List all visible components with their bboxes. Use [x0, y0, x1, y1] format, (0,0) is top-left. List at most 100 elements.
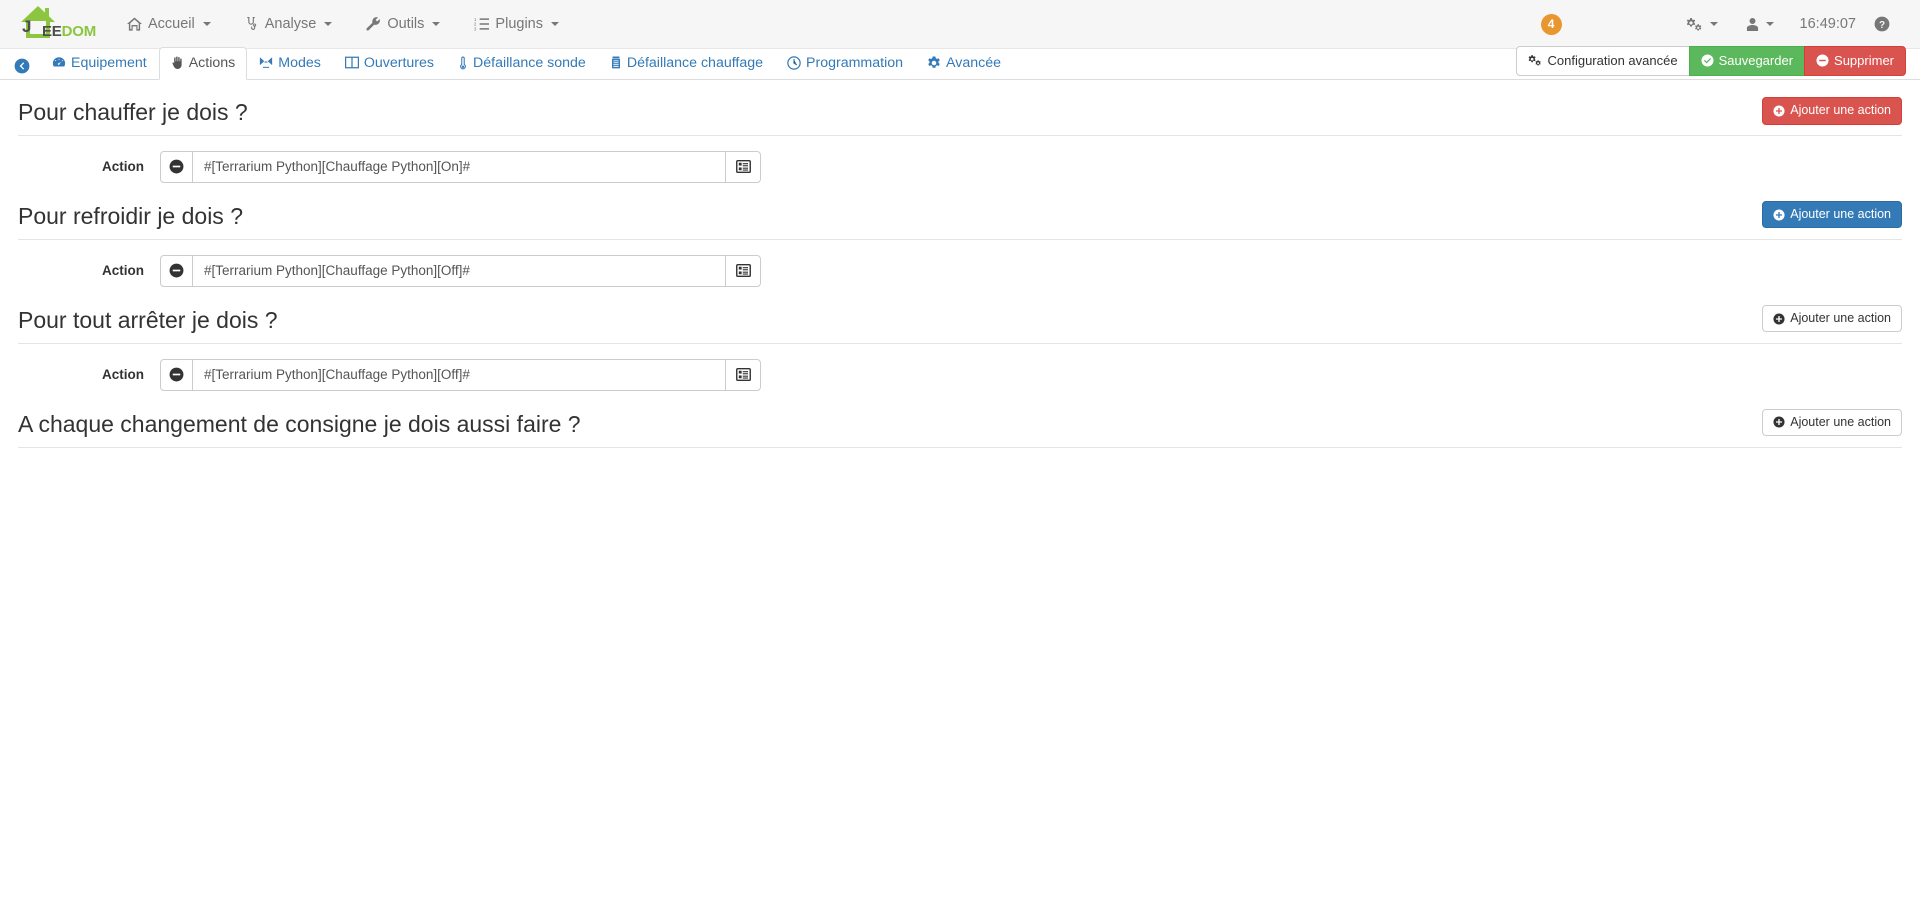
navbar-right: 4 16:49:07 ? [1540, 0, 1920, 49]
action-input[interactable] [193, 358, 725, 391]
gears-icon [1686, 17, 1703, 32]
add-action-label: Ajouter une action [1790, 310, 1891, 325]
configuration-avancee-button[interactable]: Configuration avancée [1516, 45, 1690, 76]
nav-label-outils: Outils [387, 16, 425, 32]
tab-defaillance-sonde[interactable]: Défaillance sonde [446, 47, 598, 80]
nav-item-accueil[interactable]: Accueil [110, 0, 228, 49]
action-row: Action [18, 136, 1902, 184]
wrench-icon [366, 16, 381, 32]
question-circle-icon[interactable]: ? [1868, 16, 1906, 32]
actions-panel: Ajouter une action Pour chauffer je dois… [0, 80, 1920, 448]
tachometer-icon [52, 56, 66, 69]
action-input-group [160, 358, 761, 391]
chevron-down-icon [202, 22, 211, 26]
tab-label-avancee: Avancée [946, 54, 1001, 71]
nav-item-analyse[interactable]: Analyse [228, 0, 350, 49]
supprimer-label: Supprimer [1834, 52, 1894, 68]
plus-circle-icon [1773, 209, 1785, 221]
tab-label-defaillance-chauffage: Défaillance chauffage [626, 54, 764, 71]
clock-display: 16:49:07 [1799, 16, 1856, 32]
tab-equipement[interactable]: Equipement [40, 47, 159, 80]
sauvegarder-label: Sauvegarder [1718, 52, 1794, 68]
equipment-tabbar: Equipement Actions Modes Ouvertures Défa [0, 45, 1920, 80]
brand-letter-j: J [22, 17, 32, 36]
jeedom-logo[interactable]: J EEDOM [0, 0, 110, 49]
nav-label-accueil: Accueil [148, 16, 195, 32]
sauvegarder-button[interactable]: Sauvegarder [1688, 45, 1806, 76]
brand-text-dom: DOM [61, 23, 97, 40]
chevron-down-icon [550, 22, 559, 26]
action-row: Action [18, 344, 1902, 392]
thermometer-icon [458, 56, 468, 70]
main-nav: Accueil Analyse Outils 123 Plugins [110, 0, 576, 49]
section-title-consigne: A chaque changement de consigne je dois … [18, 410, 1902, 448]
tab-label-equipement: Equipement [71, 54, 147, 71]
house-chimney-icon [45, 8, 49, 20]
section-title-refroidir: Pour refroidir je dois ? [18, 202, 1902, 240]
add-action-button-refroidir[interactable]: Ajouter une action [1762, 200, 1902, 229]
home-icon [127, 17, 142, 31]
nav-item-outils[interactable]: Outils [349, 0, 457, 49]
add-action-button-chauffer[interactable]: Ajouter une action [1762, 97, 1902, 125]
tab-modes[interactable]: Modes [247, 47, 333, 80]
action-row-label: Action [102, 367, 144, 383]
action-input[interactable] [193, 254, 725, 287]
gears-icon [1528, 54, 1542, 67]
tab-label-ouvertures: Ouvertures [363, 54, 435, 71]
user-icon [1746, 17, 1759, 32]
list-alt-icon[interactable] [725, 358, 761, 391]
tab-avancee[interactable]: Avancée [915, 47, 1013, 80]
compress-icon [259, 56, 273, 69]
minus-circle-icon[interactable] [160, 254, 193, 287]
action-row-label: Action [102, 159, 144, 175]
action-row: Action [18, 240, 1902, 288]
supprimer-button[interactable]: Supprimer [1804, 45, 1906, 76]
minus-circle-icon[interactable] [160, 150, 193, 183]
list-alt-icon[interactable] [725, 150, 761, 183]
add-action-label: Ajouter une action [1790, 206, 1891, 221]
plus-circle-icon [1773, 416, 1785, 428]
stethoscope-icon [245, 16, 259, 32]
svg-text:?: ? [1879, 20, 1885, 31]
notification-badge[interactable]: 4 [1540, 13, 1562, 35]
hand-paper-icon [171, 56, 184, 70]
minus-circle-icon[interactable] [160, 358, 193, 391]
add-action-button-arreter[interactable]: Ajouter une action [1762, 304, 1902, 333]
section-pour-tout-arreter: Ajouter une action Pour tout arrêter je … [18, 288, 1902, 392]
arrow-circle-left-icon[interactable] [14, 58, 30, 79]
tab-label-actions: Actions [188, 54, 236, 71]
tab-label-modes: Modes [278, 54, 321, 71]
tab-programmation[interactable]: Programmation [775, 47, 915, 80]
user-menu[interactable] [1732, 0, 1788, 49]
chevron-down-icon [1709, 22, 1718, 26]
section-title-arreter: Pour tout arrêter je dois ? [18, 306, 1902, 344]
chevron-down-icon [324, 22, 333, 26]
section-title-chauffer: Pour chauffer je dois ? [18, 98, 1902, 136]
tab-actions[interactable]: Actions [158, 46, 248, 80]
top-navbar: J EEDOM Accueil Analyse Outils 1 2 3 Plu… [0, 0, 1920, 49]
tab-ouvertures[interactable]: Ouvertures [333, 47, 446, 80]
tab-defaillance-chauffage[interactable]: Défaillance chauffage [598, 47, 775, 80]
clock-icon [787, 56, 801, 70]
section-changement-consigne: Ajouter une action A chaque changement d… [18, 392, 1902, 448]
section-pour-refroidir: Ajouter une action Pour refroidir je doi… [18, 184, 1902, 288]
list-ol-icon: 123 [474, 17, 490, 31]
plus-circle-icon [1773, 105, 1785, 117]
add-action-label: Ajouter une action [1790, 414, 1891, 429]
columns-icon [344, 56, 359, 69]
tab-label-defaillance-sonde: Défaillance sonde [473, 54, 586, 71]
nav-label-plugins: Plugins [495, 16, 543, 32]
nav-item-plugins[interactable]: 123 Plugins [457, 0, 576, 49]
settings-menu[interactable] [1672, 0, 1732, 49]
tab-label-programmation: Programmation [806, 54, 904, 71]
tab-list: Equipement Actions Modes Ouvertures Défa [40, 46, 1013, 80]
configuration-avancee-label: Configuration avancée [1547, 52, 1678, 68]
chevron-down-icon [432, 22, 441, 26]
action-input[interactable] [193, 150, 725, 183]
brand-text-ee: EE [42, 23, 62, 40]
tabbar-action-buttons: Configuration avancée Sauvegarder Suppri… [1516, 45, 1906, 76]
list-alt-icon[interactable] [725, 254, 761, 287]
section-pour-chauffer: Ajouter une action Pour chauffer je dois… [18, 80, 1902, 184]
add-action-button-consigne[interactable]: Ajouter une action [1762, 408, 1902, 437]
check-circle-icon [1701, 54, 1714, 67]
